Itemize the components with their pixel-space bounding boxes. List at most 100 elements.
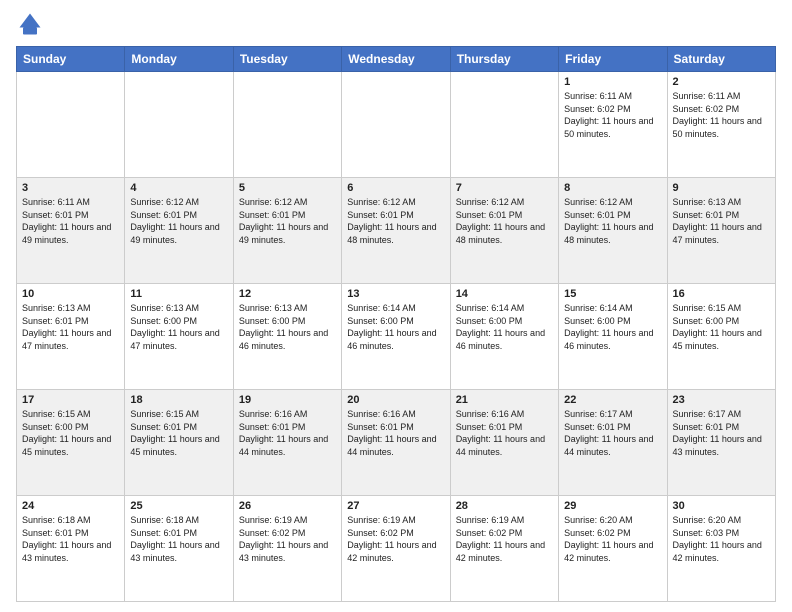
calendar-cell: 1 Sunrise: 6:11 AM Sunset: 6:02 PM Daylig… [559,72,667,178]
day-number: 26 [239,500,336,512]
calendar-cell: 19Sunrise: 6:16 AM Sunset: 6:01 PM Dayli… [233,390,341,496]
calendar-week-row: 17 Sunrise: 6:15 AM Sunset: 6:00 PM Dayli… [17,390,776,496]
day-number: 19 [239,394,336,406]
day-number: 27 [347,500,444,512]
calendar-cell: 29 Sunrise: 6:20 AM Sunset: 6:02 PM Dayli… [559,496,667,602]
calendar-cell: 18Sunrise: 6:15 AM Sunset: 6:01 PM Dayli… [125,390,233,496]
cell-info: Sunrise: 6:19 AM Sunset: 6:02 PM Dayligh… [347,514,444,564]
cell-info: Sunrise: 6:14 AM Sunset: 6:00 PM Dayligh… [564,302,661,352]
day-number: 8 [564,182,661,194]
day-number: 22 [564,394,661,406]
cell-info: Sunrise: 6:19 AM Sunset: 6:02 PM Dayligh… [239,514,336,564]
day-number: 13 [347,288,444,300]
calendar-week-row: 24 Sunrise: 6:18 AM Sunset: 6:01 PM Dayli… [17,496,776,602]
calendar-cell: 10 Sunrise: 6:13 AM Sunset: 6:01 PM Dayli… [17,284,125,390]
day-number: 28 [456,500,553,512]
calendar-day-header: Saturday [667,47,775,72]
calendar-cell: 28 Sunrise: 6:19 AM Sunset: 6:02 PM Dayli… [450,496,558,602]
day-number: 15 [564,288,661,300]
cell-info: Sunrise: 6:13 AM Sunset: 6:01 PM Dayligh… [22,302,119,352]
day-number: 14 [456,288,553,300]
calendar-week-row: 10 Sunrise: 6:13 AM Sunset: 6:01 PM Dayli… [17,284,776,390]
calendar-cell: 22Sunrise: 6:17 AM Sunset: 6:01 PM Dayli… [559,390,667,496]
calendar-cell: 25Sunrise: 6:18 AM Sunset: 6:01 PM Dayli… [125,496,233,602]
calendar-cell: 16Sunrise: 6:15 AM Sunset: 6:00 PM Dayli… [667,284,775,390]
cell-info: Sunrise: 6:15 AM Sunset: 6:00 PM Dayligh… [22,408,119,458]
cell-info: Sunrise: 6:12 AM Sunset: 6:01 PM Dayligh… [239,196,336,246]
cell-info: Sunrise: 6:11 AM Sunset: 6:02 PM Dayligh… [673,90,770,140]
cell-info: Sunrise: 6:12 AM Sunset: 6:01 PM Dayligh… [347,196,444,246]
day-number: 17 [22,394,119,406]
cell-info: Sunrise: 6:13 AM Sunset: 6:00 PM Dayligh… [130,302,227,352]
calendar-cell: 21Sunrise: 6:16 AM Sunset: 6:01 PM Dayli… [450,390,558,496]
calendar-cell: 15 Sunrise: 6:14 AM Sunset: 6:00 PM Dayli… [559,284,667,390]
day-number: 18 [130,394,227,406]
calendar-cell: 26 Sunrise: 6:19 AM Sunset: 6:02 PM Dayli… [233,496,341,602]
cell-info: Sunrise: 6:12 AM Sunset: 6:01 PM Dayligh… [130,196,227,246]
cell-info: Sunrise: 6:15 AM Sunset: 6:00 PM Dayligh… [673,302,770,352]
calendar-week-row: 3Sunrise: 6:11 AM Sunset: 6:01 PM Daylig… [17,178,776,284]
cell-info: Sunrise: 6:20 AM Sunset: 6:03 PM Dayligh… [673,514,770,564]
day-number: 7 [456,182,553,194]
day-number: 9 [673,182,770,194]
calendar-day-header: Friday [559,47,667,72]
day-number: 25 [130,500,227,512]
calendar-header-row: SundayMondayTuesdayWednesdayThursdayFrid… [17,47,776,72]
calendar-cell: 7 Sunrise: 6:12 AM Sunset: 6:01 PM Daylig… [450,178,558,284]
day-number: 2 [673,76,770,88]
day-number: 4 [130,182,227,194]
day-number: 1 [564,76,661,88]
day-number: 6 [347,182,444,194]
logo-icon [16,10,44,38]
calendar-cell [233,72,341,178]
cell-info: Sunrise: 6:18 AM Sunset: 6:01 PM Dayligh… [22,514,119,564]
calendar-cell: 8 Sunrise: 6:12 AM Sunset: 6:01 PM Daylig… [559,178,667,284]
calendar-day-header: Thursday [450,47,558,72]
cell-info: Sunrise: 6:20 AM Sunset: 6:02 PM Dayligh… [564,514,661,564]
calendar-cell: 14 Sunrise: 6:14 AM Sunset: 6:00 PM Dayli… [450,284,558,390]
logo [16,10,48,38]
calendar-cell: 23 Sunrise: 6:17 AM Sunset: 6:01 PM Dayli… [667,390,775,496]
cell-info: Sunrise: 6:17 AM Sunset: 6:01 PM Dayligh… [673,408,770,458]
calendar-cell: 20 Sunrise: 6:16 AM Sunset: 6:01 PM Dayli… [342,390,450,496]
cell-info: Sunrise: 6:16 AM Sunset: 6:01 PM Dayligh… [347,408,444,458]
calendar-cell: 17 Sunrise: 6:15 AM Sunset: 6:00 PM Dayli… [17,390,125,496]
calendar-week-row: 1 Sunrise: 6:11 AM Sunset: 6:02 PM Daylig… [17,72,776,178]
day-number: 5 [239,182,336,194]
cell-info: Sunrise: 6:14 AM Sunset: 6:00 PM Dayligh… [347,302,444,352]
header [16,10,776,38]
calendar-cell [125,72,233,178]
calendar-cell: 13 Sunrise: 6:14 AM Sunset: 6:00 PM Dayli… [342,284,450,390]
cell-info: Sunrise: 6:14 AM Sunset: 6:00 PM Dayligh… [456,302,553,352]
day-number: 30 [673,500,770,512]
day-number: 20 [347,394,444,406]
day-number: 11 [130,288,227,300]
calendar-cell: 24 Sunrise: 6:18 AM Sunset: 6:01 PM Dayli… [17,496,125,602]
calendar-day-header: Sunday [17,47,125,72]
calendar-cell: 2 Sunrise: 6:11 AM Sunset: 6:02 PM Daylig… [667,72,775,178]
calendar-cell [450,72,558,178]
cell-info: Sunrise: 6:12 AM Sunset: 6:01 PM Dayligh… [564,196,661,246]
calendar-cell: 11 Sunrise: 6:13 AM Sunset: 6:00 PM Dayli… [125,284,233,390]
day-number: 3 [22,182,119,194]
day-number: 12 [239,288,336,300]
page: SundayMondayTuesdayWednesdayThursdayFrid… [0,0,792,612]
cell-info: Sunrise: 6:12 AM Sunset: 6:01 PM Dayligh… [456,196,553,246]
calendar-table: SundayMondayTuesdayWednesdayThursdayFrid… [16,46,776,602]
day-number: 29 [564,500,661,512]
cell-info: Sunrise: 6:11 AM Sunset: 6:02 PM Dayligh… [564,90,661,140]
calendar-cell: 6 Sunrise: 6:12 AM Sunset: 6:01 PM Daylig… [342,178,450,284]
calendar-day-header: Monday [125,47,233,72]
calendar-day-header: Tuesday [233,47,341,72]
cell-info: Sunrise: 6:19 AM Sunset: 6:02 PM Dayligh… [456,514,553,564]
calendar-cell: 12Sunrise: 6:13 AM Sunset: 6:00 PM Dayli… [233,284,341,390]
day-number: 24 [22,500,119,512]
day-number: 10 [22,288,119,300]
calendar-cell: 4 Sunrise: 6:12 AM Sunset: 6:01 PM Daylig… [125,178,233,284]
calendar-cell [17,72,125,178]
calendar-cell: 27 Sunrise: 6:19 AM Sunset: 6:02 PM Dayli… [342,496,450,602]
calendar-cell: 5 Sunrise: 6:12 AM Sunset: 6:01 PM Daylig… [233,178,341,284]
calendar-cell: 3Sunrise: 6:11 AM Sunset: 6:01 PM Daylig… [17,178,125,284]
day-number: 23 [673,394,770,406]
calendar-day-header: Wednesday [342,47,450,72]
